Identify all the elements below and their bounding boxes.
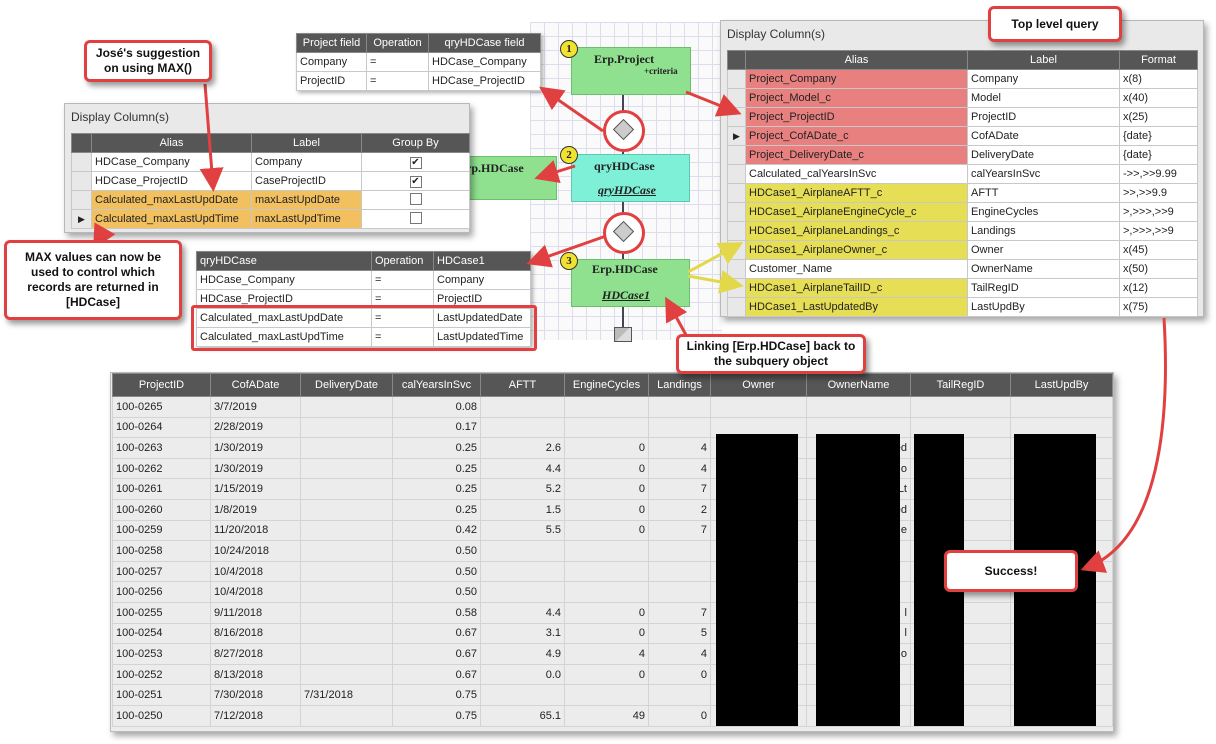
callout-jose: José's suggestion on using MAX()	[84, 40, 212, 82]
callout-linking: Linking [Erp.HDCase] back to the subquer…	[676, 334, 866, 374]
callout-success: Success!	[944, 550, 1078, 592]
callout-top-level: Top level query	[988, 6, 1122, 42]
callout-max-values: MAX values can now be used to control wh…	[4, 240, 182, 320]
annotation-arrows	[93, 83, 1167, 573]
